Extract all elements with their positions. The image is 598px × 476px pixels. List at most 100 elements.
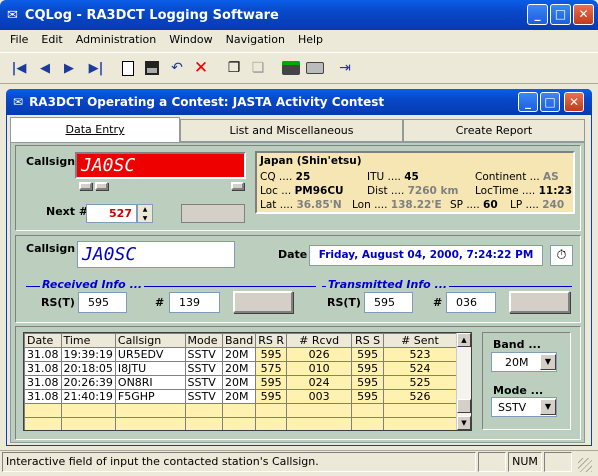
cell-sent[interactable]: 525 [382,375,458,390]
next-number-spinner[interactable]: ▲ ▼ [137,204,153,223]
next-number-field[interactable]: 527 [86,204,137,223]
empty-row[interactable] [24,403,458,418]
menu-navigation[interactable]: Navigation [226,33,285,49]
cell-mode[interactable]: SSTV [184,375,223,390]
menu-edit[interactable]: Edit [41,33,62,49]
empty-cell[interactable] [184,417,223,430]
tab-data-entry[interactable]: Data Entry [10,117,180,142]
cell-callsign[interactable]: ON8RI [114,375,186,390]
first-record-icon[interactable]: |◀ [8,57,30,79]
cell-date[interactable]: 31.08 [24,389,62,404]
resize-grip-icon[interactable] [578,458,592,472]
tx-rst-field[interactable]: 595 [364,292,413,313]
empty-cell[interactable] [351,417,384,430]
cell-rs-r[interactable]: 595 [255,389,287,404]
cell-time[interactable]: 21:40:19 [60,389,116,404]
undo-icon[interactable]: ↶ [166,57,188,79]
empty-cell[interactable] [382,417,458,430]
child-minimize-button[interactable]: _ [518,92,538,112]
empty-cell[interactable] [114,417,186,430]
cell-date[interactable]: 31.08 [24,347,62,362]
tab-create-report[interactable]: Create Report [403,119,585,142]
qso-callsign-field[interactable]: JA0SC [77,241,235,268]
menu-administration[interactable]: Administration [76,33,157,49]
callsign-entry-field[interactable]: JA0SC [75,152,246,179]
column-header-rcvd[interactable]: # Rcvd [285,333,353,348]
mode-select[interactable]: SSTV ▼ [491,397,557,417]
exit-icon[interactable]: ⇥ [334,57,356,79]
cell-sent[interactable]: 526 [382,389,458,404]
cell-rs-s[interactable]: 595 [351,347,384,362]
log-scrollbar[interactable]: ▲ ▼ [456,333,471,430]
cell-rcvd[interactable]: 024 [285,375,353,390]
cell-band[interactable]: 20M [221,375,257,390]
empty-cell[interactable] [114,403,186,418]
band-dropdown-arrow-icon[interactable]: ▼ [540,354,556,370]
cell-time[interactable]: 20:18:05 [60,361,116,376]
menu-window[interactable]: Window [169,33,212,49]
menu-help[interactable]: Help [298,33,323,49]
copy-icon[interactable]: ❐ [223,57,245,79]
empty-cell[interactable] [351,403,384,418]
cell-rs-s[interactable]: 595 [351,375,384,390]
cell-callsign[interactable]: UR5EDV [114,347,186,362]
cell-sent[interactable]: 523 [382,347,458,362]
cell-time[interactable]: 20:26:39 [60,375,116,390]
cell-rcvd[interactable]: 003 [285,389,353,404]
column-header-rs-r[interactable]: RS R [255,333,287,348]
empty-cell[interactable] [221,417,257,430]
column-header-band[interactable]: Band [221,333,257,348]
transceiver-icon[interactable] [280,57,302,79]
cell-rs-s[interactable]: 595 [351,361,384,376]
column-header-rs-s[interactable]: RS S [351,333,384,348]
column-header-time[interactable]: Time [60,333,116,348]
previous-record-icon[interactable]: ◀ [34,57,56,79]
column-header-mode[interactable]: Mode [184,333,223,348]
empty-cell[interactable] [24,417,62,430]
column-header-callsign[interactable]: Callsign [114,333,186,348]
empty-cell[interactable] [184,403,223,418]
empty-cell[interactable] [255,403,287,418]
scroll-handle-left[interactable] [79,182,92,190]
column-header-sent[interactable]: # Sent [382,333,458,348]
cell-mode[interactable]: SSTV [184,361,223,376]
next-record-icon[interactable]: ▶ [58,57,80,79]
cell-date[interactable]: 31.08 [24,375,62,390]
table-row[interactable]: 31.08 19:39:19 UR5EDV SSTV 20M 595 026 595 523 [24,347,458,362]
cell-band[interactable]: 20M [221,347,257,362]
empty-row[interactable] [24,417,458,430]
empty-cell[interactable] [221,403,257,418]
cell-rs-s[interactable]: 595 [351,389,384,404]
cell-rcvd[interactable]: 026 [285,347,353,362]
cell-sent[interactable]: 524 [382,361,458,376]
rx-number-field[interactable]: 139 [169,292,220,313]
close-button[interactable]: ✕ [573,4,594,25]
scroll-handle-right[interactable] [231,182,244,190]
tx-number-field[interactable]: 036 [446,292,496,313]
save-icon[interactable] [141,57,163,79]
table-row[interactable]: 31.08 21:40:19 F5GHP SSTV 20M 595 003 595 526 [24,389,458,404]
cell-mode[interactable]: SSTV [184,389,223,404]
cell-rs-r[interactable]: 595 [255,375,287,390]
empty-cell[interactable] [285,417,353,430]
cell-mode[interactable]: SSTV [184,347,223,362]
new-document-icon[interactable] [117,57,139,79]
tab-list-misc[interactable]: List and Miscellaneous [180,119,403,142]
cell-rcvd[interactable]: 010 [285,361,353,376]
scroll-down-arrow-icon[interactable]: ▼ [457,416,471,430]
cell-date[interactable]: 31.08 [24,361,62,376]
cell-callsign[interactable]: F5GHP [114,389,186,404]
cell-band[interactable]: 20M [221,389,257,404]
empty-cell[interactable] [60,417,116,430]
band-select[interactable]: 20M ▼ [491,352,557,372]
rx-rst-field[interactable]: 595 [78,292,127,313]
table-row[interactable]: 31.08 20:26:39 ON8RI SSTV 20M 595 024 595 525 [24,375,458,390]
last-record-icon[interactable]: ▶| [85,57,107,79]
minimize-button[interactable]: _ [527,4,548,25]
cell-time[interactable]: 19:39:19 [60,347,116,362]
empty-cell[interactable] [285,403,353,418]
cell-band[interactable]: 20M [221,361,257,376]
scroll-thumb[interactable] [457,399,471,413]
scroll-up-arrow-icon[interactable]: ▲ [457,333,471,347]
timer-button[interactable]: ⏱ [550,245,573,266]
